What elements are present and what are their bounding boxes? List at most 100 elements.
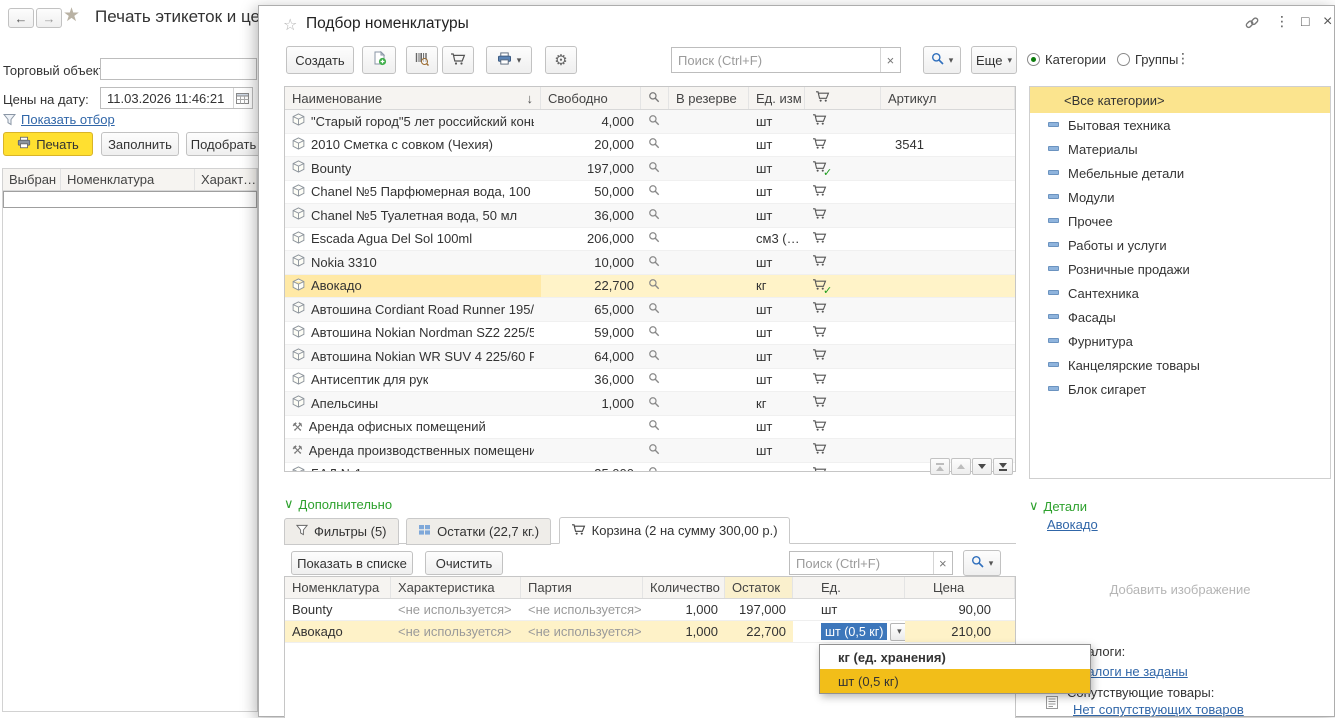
item-row[interactable]: Автошина Cordiant Road Runner 195/65R15 … xyxy=(285,298,1015,322)
stock-detail-icon[interactable] xyxy=(648,325,660,340)
add-to-cart-icon[interactable] xyxy=(812,466,827,472)
groups-radio[interactable]: Группы xyxy=(1117,52,1178,67)
category-item[interactable]: Блок сигарет xyxy=(1030,377,1330,401)
column-header-characteristic[interactable]: Характеристика xyxy=(391,577,521,598)
stock-detail-icon[interactable] xyxy=(648,372,660,387)
item-row[interactable]: 2010 Сметка с совком (Чехия) 20,000 шт 3… xyxy=(285,134,1015,158)
fill-button[interactable]: Заполнить xyxy=(101,132,179,156)
nav-back-button[interactable]: ← xyxy=(8,8,34,28)
scroll-down-button[interactable] xyxy=(972,458,992,475)
cart-row[interactable]: Авокадо <не используется> <не использует… xyxy=(285,621,1015,643)
show-in-list-button[interactable]: Показать в списке xyxy=(291,551,413,575)
stock-detail-icon[interactable] xyxy=(648,137,660,152)
scroll-up-button[interactable] xyxy=(951,458,971,475)
favorite-star-outline-icon[interactable]: ☆ xyxy=(283,15,297,35)
unit-option[interactable]: шт (0,5 кг) xyxy=(820,669,1090,693)
column-header-selected[interactable]: Выбран xyxy=(3,169,61,190)
stock-detail-icon[interactable] xyxy=(648,396,660,411)
add-to-cart-icon[interactable] xyxy=(812,395,827,411)
category-item[interactable]: Розничные продажи xyxy=(1030,257,1330,281)
close-icon[interactable]: × xyxy=(1323,14,1332,30)
add-to-cart-icon[interactable] xyxy=(812,184,827,200)
trade-object-field[interactable] xyxy=(100,58,257,80)
add-to-cart-icon[interactable] xyxy=(812,113,827,129)
stock-detail-icon[interactable] xyxy=(648,114,660,129)
category-item[interactable]: Бытовая техника xyxy=(1030,113,1330,137)
item-row[interactable]: Nokia 3310 10,000 шт xyxy=(285,251,1015,275)
column-header-stock-detail[interactable] xyxy=(641,87,669,109)
stock-detail-icon[interactable] xyxy=(648,208,660,223)
column-header-item[interactable]: Номенклатура xyxy=(285,577,391,598)
item-row[interactable]: ⚒ Аренда производственных помещений шт xyxy=(285,439,1015,463)
settings-button[interactable]: ⚙ xyxy=(545,46,577,74)
empty-focused-row[interactable] xyxy=(3,191,257,208)
add-to-cart-icon[interactable] xyxy=(812,207,827,223)
clear-search-icon[interactable]: × xyxy=(933,552,952,574)
cart-row[interactable]: Bounty <не используется> <не используетс… xyxy=(285,599,1015,621)
unit-dropdown-button[interactable]: ▾ xyxy=(890,623,905,641)
stock-detail-icon[interactable] xyxy=(648,419,660,434)
item-row[interactable]: Апельсины 1,000 кг xyxy=(285,392,1015,416)
column-header-batch[interactable]: Партия xyxy=(521,577,643,598)
taxes-link[interactable]: Налоги не заданы xyxy=(1078,664,1188,679)
column-header-article[interactable]: Артикул xyxy=(881,87,1015,109)
category-item[interactable]: Прочее xyxy=(1030,209,1330,233)
column-header-free[interactable]: Свободно xyxy=(541,87,641,109)
unit-edit-value[interactable]: шт (0,5 кг) xyxy=(821,623,887,640)
unit-option[interactable]: кг (ед. хранения) xyxy=(820,645,1090,669)
create-button[interactable]: Создать xyxy=(286,46,354,74)
show-filter-link[interactable]: Показать отбор xyxy=(21,112,115,127)
clear-search-icon[interactable]: × xyxy=(880,48,900,72)
calendar-icon[interactable] xyxy=(233,88,252,108)
stock-detail-icon[interactable] xyxy=(648,302,660,317)
item-row[interactable]: Chanel №5 Парфюмерная вода, 100 мл 50,00… xyxy=(285,181,1015,205)
search-input[interactable] xyxy=(672,53,880,68)
cart-search-field[interactable]: × xyxy=(789,551,953,575)
category-item[interactable]: Фурнитура xyxy=(1030,329,1330,353)
print-dropdown-button[interactable]: ▾ xyxy=(486,46,532,74)
column-header-rest[interactable]: Остаток xyxy=(725,577,793,598)
item-row[interactable]: БАД №1 35,000 шт xyxy=(285,463,1015,473)
column-header-name[interactable]: Наименование ↓ xyxy=(285,87,541,109)
category-item[interactable]: Фасады xyxy=(1030,305,1330,329)
stock-detail-icon[interactable] xyxy=(648,161,660,176)
create-by-copy-button[interactable] xyxy=(362,46,396,74)
stock-detail-icon[interactable] xyxy=(648,278,660,293)
extra-section-header[interactable]: ∨ Дополнительно xyxy=(284,496,392,512)
stock-detail-icon[interactable] xyxy=(648,349,660,364)
item-row[interactable]: Bounty 197,000 шт ✓ xyxy=(285,157,1015,181)
print-button[interactable]: Печать xyxy=(3,132,93,156)
category-item[interactable]: Мебельные детали xyxy=(1030,161,1330,185)
categories-radio[interactable]: Категории xyxy=(1027,52,1106,67)
add-to-cart-icon[interactable] xyxy=(812,348,827,364)
categories-menu-dots-icon[interactable]: ⋮ xyxy=(1176,50,1190,67)
add-image-placeholder[interactable]: Добавить изображение xyxy=(1029,582,1331,597)
column-header-quantity[interactable]: Количество xyxy=(643,577,725,598)
scroll-to-top-button[interactable] xyxy=(930,458,950,475)
column-header-unit[interactable]: Ед. xyxy=(793,577,905,598)
add-to-cart-icon[interactable] xyxy=(812,442,827,458)
cart-search-options-button[interactable]: ▾ xyxy=(963,550,1001,576)
item-row[interactable]: Chanel №5 Туалетная вода, 50 мл 36,000 ш… xyxy=(285,204,1015,228)
more-button[interactable]: Еще ▾ xyxy=(971,46,1017,74)
add-to-cart-icon[interactable] xyxy=(812,137,827,153)
item-row[interactable]: ⚒ Аренда офисных помещений шт xyxy=(285,416,1015,440)
extra-tab[interactable]: Фильтры (5) xyxy=(284,518,399,545)
get-link-icon[interactable] xyxy=(1245,16,1259,32)
column-header-reserve[interactable]: В резерве xyxy=(669,87,749,109)
stock-detail-icon[interactable] xyxy=(648,255,660,270)
add-to-cart-icon[interactable] xyxy=(812,419,827,435)
category-item[interactable]: Работы и услуги xyxy=(1030,233,1330,257)
favorite-star-icon[interactable]: ★ xyxy=(63,4,80,27)
related-products-link[interactable]: Нет сопутствующих товаров xyxy=(1073,702,1244,717)
cart-toolbar-button[interactable] xyxy=(442,46,474,74)
maximize-icon[interactable]: □ xyxy=(1301,14,1309,28)
barcode-search-button[interactable] xyxy=(406,46,438,74)
clear-cart-button[interactable]: Очистить xyxy=(425,551,503,575)
item-row[interactable]: Escada Agua Del Sol 100ml 206,000 см3 (… xyxy=(285,228,1015,252)
item-row[interactable]: Авокадо 22,700 кг ✓ xyxy=(285,275,1015,299)
search-field[interactable]: × xyxy=(671,47,901,73)
stock-detail-icon[interactable] xyxy=(648,184,660,199)
item-row[interactable]: Антисептик для рук 36,000 шт xyxy=(285,369,1015,393)
column-header-unit[interactable]: Ед. изм xyxy=(749,87,805,109)
